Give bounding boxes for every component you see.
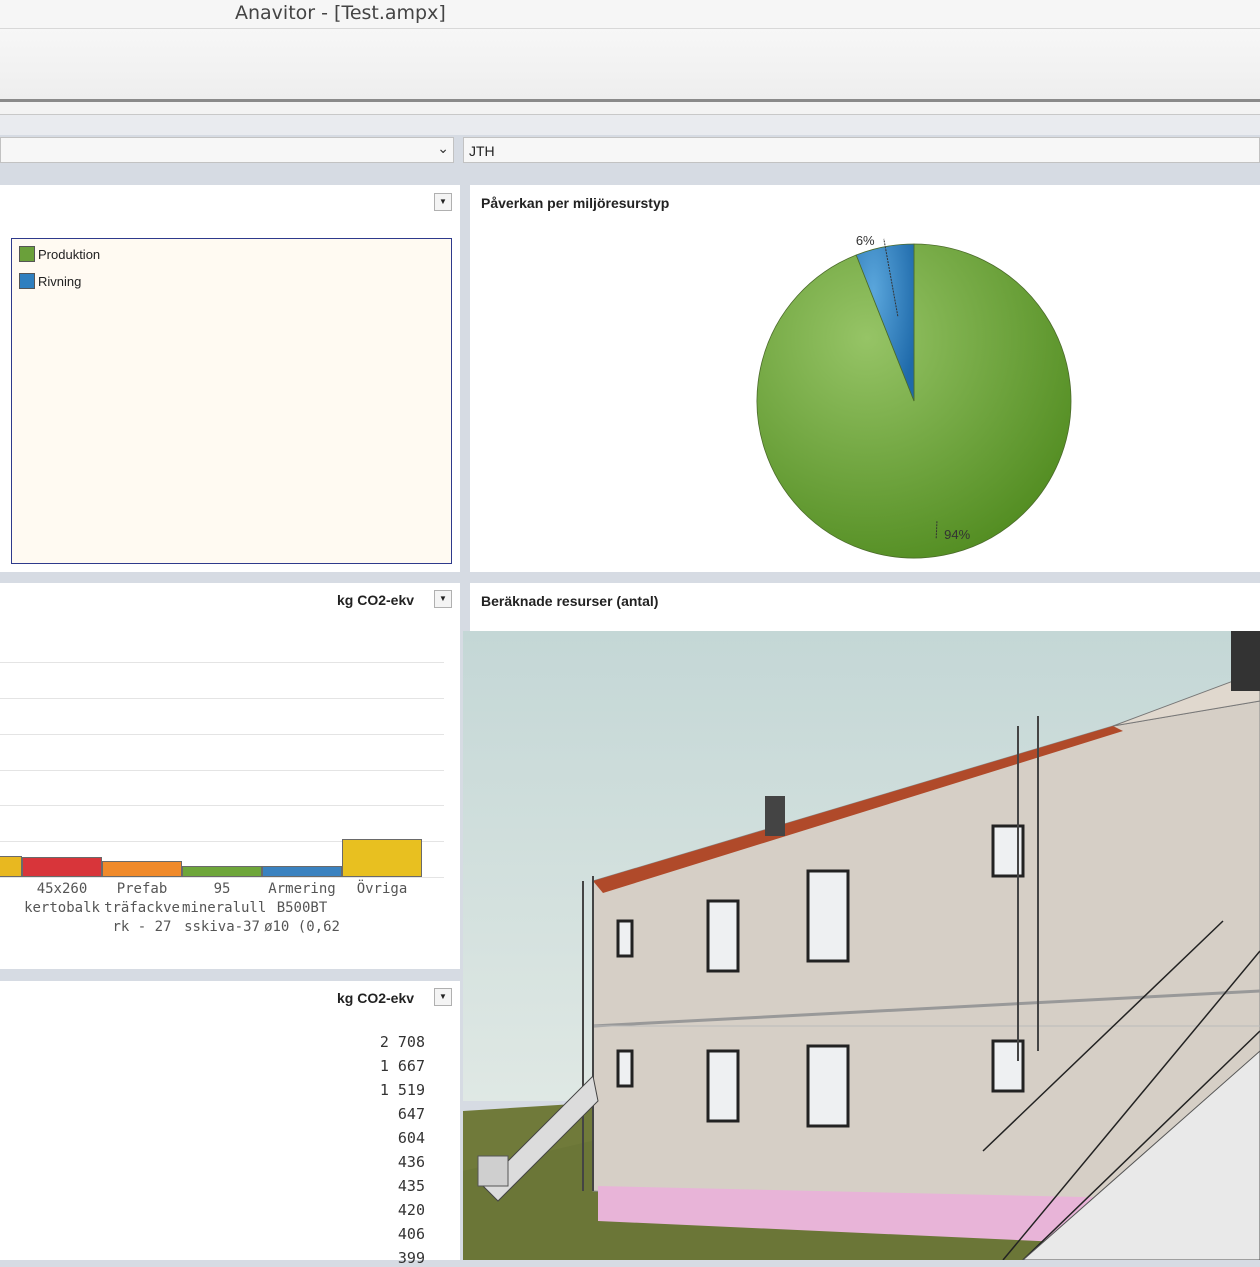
bar-category-label: 45x260 kertobalk (24, 881, 100, 916)
legend-item-rivning: Rivning (19, 273, 81, 289)
window-title: Anavitor - [Test.ampx] (235, 2, 446, 24)
list-value: 399 (397, 1249, 425, 1267)
legend-swatch (19, 273, 35, 289)
grid-line (0, 733, 444, 735)
toolbar-strip (0, 102, 1260, 115)
legend-swatch (19, 246, 35, 262)
legend-item-produktion: Produktion (19, 246, 100, 262)
supplier-selector[interactable]: JTH (463, 137, 1260, 163)
bar[interactable] (182, 866, 262, 877)
selector-bar (0, 115, 1260, 135)
chevron-down-icon[interactable]: ⌄ (437, 140, 449, 157)
legend-label: Rivning (38, 273, 82, 289)
panel-menu-button[interactable]: ▼ (434, 988, 452, 1006)
bar-category-label: 95 mineralull sskiva-37 (182, 881, 267, 935)
title-bar: Anavitor - [Test.ampx] (0, 0, 1260, 29)
bar-category-label: Armering B500BT ø10 (0,62 (264, 881, 340, 935)
list-value: 406 (397, 1225, 425, 1243)
building-model-view[interactable] (463, 631, 1260, 1260)
list-value: 1 667 (379, 1057, 425, 1075)
grid-line (0, 805, 444, 807)
supplier-selector-value: JTH (469, 143, 495, 159)
bar[interactable] (262, 866, 342, 877)
panel-menu-button[interactable]: ▼ (434, 193, 452, 211)
list-panel: kg CO2-ekv ▼ 2 708 1 667 1 519 647 604 4… (0, 981, 460, 1267)
bar[interactable] (0, 855, 22, 877)
bar-category-label: va 0) (0, 880, 22, 918)
bar-chart: va 0)45x260 kertobalkPrefab träfackve rk… (0, 583, 460, 969)
legend-box: Produktion Rivning (11, 238, 452, 564)
pie-label-rivning: 6% (856, 233, 875, 248)
bar[interactable] (342, 839, 422, 877)
list-value: 647 (397, 1105, 425, 1123)
bar-category-label: Prefab träfackve rk - 27 (104, 881, 180, 935)
list-value: 1 519 (379, 1081, 425, 1099)
list-value: 435 (397, 1177, 425, 1195)
bar[interactable] (102, 860, 182, 877)
value-list: 2 708 1 667 1 519 647 604 436 435 420 40… (0, 981, 425, 1267)
resources-panel-title: Beräknade resurser (antal) (481, 593, 659, 609)
bar[interactable] (22, 857, 102, 877)
list-value: 436 (397, 1153, 425, 1171)
ribbon (0, 29, 1260, 99)
grid-line (0, 662, 444, 663)
list-value: 604 (397, 1129, 425, 1147)
legend-label: Produktion (38, 246, 101, 262)
grid-line (0, 769, 444, 771)
pie-chart: 94% 6% (756, 233, 1072, 559)
grid-line (0, 697, 444, 699)
bar-panel: kg CO2-ekv ▼ va 0)45x260 kertobalkPrefab… (0, 583, 460, 969)
grid-line (0, 877, 444, 878)
pie-label-produktion: 94% (944, 527, 970, 542)
resources-panel-header: Beräknade resurser (antal) (470, 583, 1260, 631)
project-selector[interactable]: ⌄ (0, 137, 454, 163)
bar-category-label: Övriga (356, 881, 408, 897)
list-value: 420 (397, 1201, 425, 1219)
list-value: 2 708 (379, 1033, 425, 1051)
